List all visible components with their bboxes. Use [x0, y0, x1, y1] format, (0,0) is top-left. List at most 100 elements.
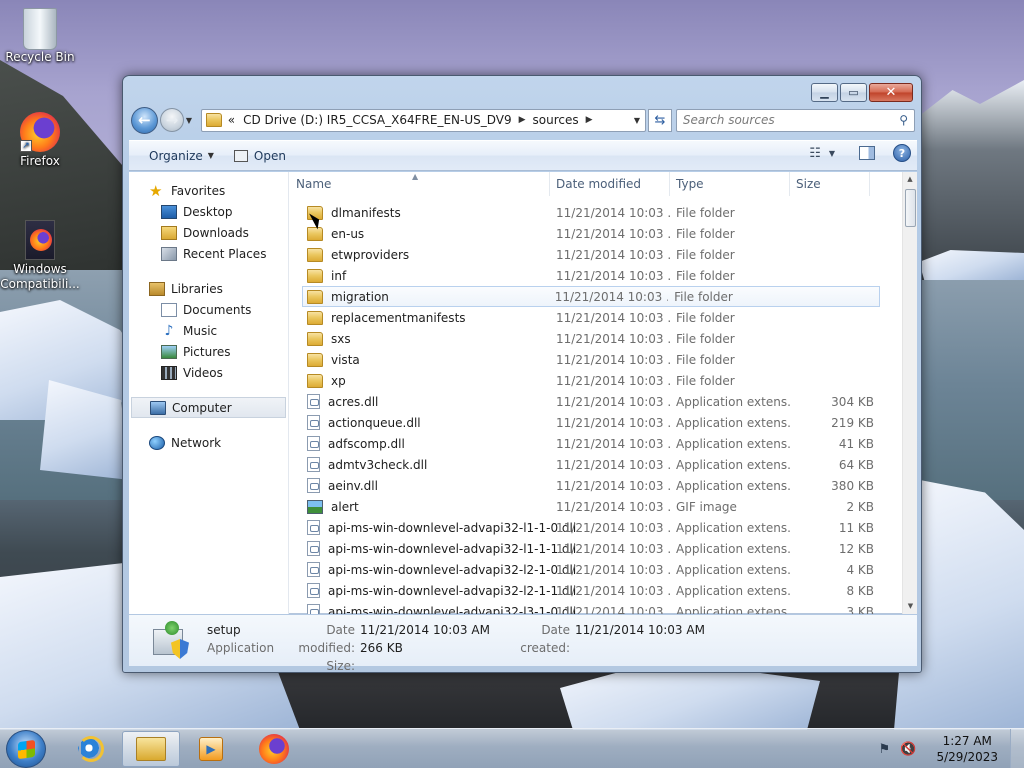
notification-area: ⚑ 🔇 1:27 AM 5/29/2023: [879, 729, 1024, 768]
folder-icon: [307, 373, 323, 388]
file-row[interactable]: dlmanifests 11/21/2014 10:03 ... File fold…: [290, 202, 902, 223]
file-type: GIF image: [676, 499, 737, 514]
file-type: File folder: [676, 373, 735, 388]
search-input[interactable]: [682, 113, 900, 127]
nav-desktop[interactable]: Desktop: [129, 201, 288, 222]
column-label: Date modified: [556, 177, 642, 191]
details-date-modified-label: Date modified:: [298, 623, 355, 655]
file-row-hovered[interactable]: migration 11/21/2014 10:03 ... File folder: [302, 286, 880, 307]
search-box[interactable]: ⚲: [675, 108, 915, 132]
nav-computer[interactable]: Computer: [131, 397, 286, 418]
file-row[interactable]: acres.dll 11/21/2014 10:03 ... Application…: [290, 391, 902, 412]
taskbar-media-player[interactable]: ▶: [182, 731, 240, 767]
network-icon: [149, 435, 165, 450]
address-overflow-button[interactable]: «: [228, 113, 235, 127]
file-row[interactable]: api-ms-win-downlevel-advapi32-l1-1-1.dll…: [290, 538, 902, 559]
back-button[interactable]: ←: [131, 106, 158, 134]
clock[interactable]: 1:27 AM 5/29/2023: [936, 733, 998, 765]
file-row[interactable]: admtv3check.dll 11/21/2014 10:03 ... Appli…: [290, 454, 902, 475]
file-row[interactable]: actionqueue.dll 11/21/2014 10:03 ... Appli…: [290, 412, 902, 433]
action-center-flag-icon[interactable]: ⚑: [879, 742, 891, 757]
search-icon[interactable]: ⚲: [899, 113, 908, 127]
recent-pages-dropdown[interactable]: ▼: [186, 116, 198, 125]
minimize-button[interactable]: ▁: [811, 83, 838, 102]
change-view-button[interactable]: ☷ ▼: [809, 146, 835, 161]
nav-videos[interactable]: Videos: [129, 362, 288, 383]
file-row[interactable]: aeinv.dll 11/21/2014 10:03 ... Application…: [290, 475, 902, 496]
taskbar-internet-explorer[interactable]: [62, 731, 120, 767]
file-row[interactable]: inf 11/21/2014 10:03 ... File folder: [290, 265, 902, 286]
scroll-down-icon[interactable]: ▼: [903, 599, 917, 614]
start-button[interactable]: [6, 730, 46, 768]
file-row[interactable]: api-ms-win-downlevel-advapi32-l1-1-0.dll…: [290, 517, 902, 538]
desktop-icon-recycle-bin[interactable]: Recycle Bin: [0, 8, 80, 64]
nav-pictures[interactable]: Pictures: [129, 341, 288, 362]
scroll-up-icon[interactable]: ▲: [903, 172, 917, 187]
file-row[interactable]: en-us 11/21/2014 10:03 ... File folder: [290, 223, 902, 244]
file-name: inf: [331, 268, 347, 283]
maximize-button[interactable]: ▭: [840, 83, 867, 102]
nav-libraries[interactable]: Libraries: [129, 278, 288, 299]
column-header-type[interactable]: Type: [670, 172, 790, 196]
breadcrumb-separator-icon[interactable]: ▶: [519, 115, 526, 125]
desktop-icon-windows-compatibility[interactable]: Windows Compatibili...: [0, 220, 82, 292]
refresh-button[interactable]: ⇆: [648, 108, 672, 132]
file-date: 11/21/2014 10:03 ...: [556, 331, 670, 346]
file-row[interactable]: api-ms-win-downlevel-advapi32-l2-1-0.dll…: [290, 559, 902, 580]
breadcrumb-sources[interactable]: sources: [533, 113, 579, 127]
file-row[interactable]: vista 11/21/2014 10:03 ... File folder: [290, 349, 902, 370]
file-size: 304 KB: [831, 394, 874, 409]
file-size: 41 KB: [838, 436, 874, 451]
file-type: File folder: [676, 310, 735, 325]
nav-downloads[interactable]: Downloads: [129, 222, 288, 243]
organize-button[interactable]: Organize ▼: [141, 144, 222, 168]
column-header-size[interactable]: Size: [790, 172, 870, 196]
folder-icon: [307, 310, 323, 325]
nav-label: Music: [183, 323, 218, 338]
file-row[interactable]: adfscomp.dll 11/21/2014 10:03 ... Applicat…: [290, 433, 902, 454]
column-header-name[interactable]: ▲ Name: [290, 172, 550, 196]
address-dropdown-icon[interactable]: ▼: [629, 116, 645, 125]
close-button[interactable]: ✕: [869, 83, 913, 102]
dll-file-icon: [307, 394, 320, 409]
breadcrumb-separator-icon[interactable]: ▶: [586, 115, 593, 125]
vertical-scrollbar[interactable]: ▲ ▼: [902, 172, 917, 614]
file-date: 11/21/2014 10:03 ...: [556, 457, 670, 472]
nav-favorites[interactable]: ★ Favorites: [129, 180, 288, 201]
scroll-thumb[interactable]: [905, 189, 916, 227]
file-row[interactable]: api-ms-win-downlevel-advapi32-l2-1-1.dll…: [290, 580, 902, 601]
file-row[interactable]: etwproviders 11/21/2014 10:03 ... File fol…: [290, 244, 902, 265]
volume-muted-icon[interactable]: 🔇: [900, 742, 916, 757]
forward-button[interactable]: →: [159, 108, 184, 132]
address-bar[interactable]: « CD Drive (D:) IR5_CCSA_X64FRE_EN-US_DV…: [200, 108, 646, 132]
file-date: 11/21/2014 10:03 ...: [556, 373, 670, 388]
taskbar-firefox[interactable]: [245, 731, 303, 767]
file-date: 11/21/2014 10:03 ...: [556, 541, 670, 556]
file-name: en-us: [331, 226, 365, 241]
taskbar-windows-explorer[interactable]: [122, 731, 180, 767]
show-desktop-button[interactable]: [1010, 729, 1024, 768]
open-button[interactable]: Open: [226, 144, 294, 168]
file-row[interactable]: alert 11/21/2014 10:03 ... GIF image 2 KB: [290, 496, 902, 517]
column-header-date-modified[interactable]: Date modified: [550, 172, 670, 196]
file-row[interactable]: sxs 11/21/2014 10:03 ... File folder: [290, 328, 902, 349]
dll-file-icon: [307, 436, 320, 451]
preview-pane-icon[interactable]: [859, 146, 875, 160]
file-row[interactable]: xp 11/21/2014 10:03 ... File folder: [290, 370, 902, 391]
organize-label: Organize: [149, 148, 203, 163]
nav-recent-places[interactable]: Recent Places: [129, 243, 288, 264]
desktop-icon-firefox[interactable]: ↗ Firefox: [0, 112, 80, 168]
nav-network[interactable]: Network: [129, 432, 288, 453]
nav-documents[interactable]: Documents: [129, 299, 288, 320]
file-size: 64 KB: [838, 457, 874, 472]
nav-label: Libraries: [171, 281, 223, 296]
column-label: Name: [296, 177, 332, 191]
file-name: aeinv.dll: [328, 478, 378, 493]
breadcrumb-cd-drive[interactable]: CD Drive (D:) IR5_CCSA_X64FRE_EN-US_DV9: [243, 113, 512, 127]
help-icon[interactable]: ?: [893, 144, 911, 162]
nav-music[interactable]: ♪ Music: [129, 320, 288, 341]
refresh-icon: ⇆: [654, 112, 666, 128]
open-icon: [233, 149, 248, 162]
file-row[interactable]: replacementmanifests 11/21/2014 10:03 ...…: [290, 307, 902, 328]
file-row[interactable]: api-ms-win-downlevel-advapi32-l3-1-0.dll…: [290, 601, 902, 614]
